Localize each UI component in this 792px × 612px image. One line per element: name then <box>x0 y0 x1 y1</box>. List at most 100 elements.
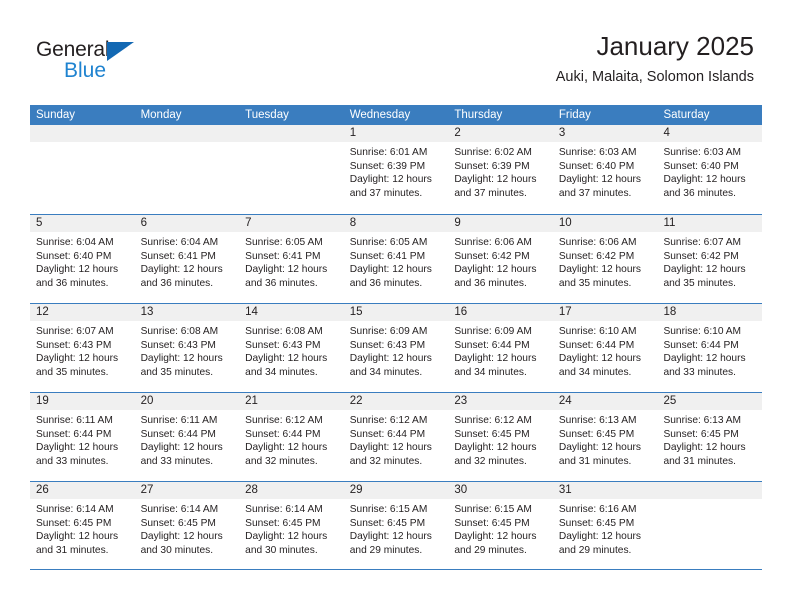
weekday-header-thursday: Thursday <box>454 109 503 121</box>
calendar-day-cell-21[interactable]: 21 Sunrise: 6:12 AM Sunset: 6:44 PM Dayligh… <box>239 393 344 481</box>
calendar-day-cell-11[interactable]: 11 Sunrise: 6:07 AM Sunset: 6:42 PM Dayligh… <box>657 215 763 303</box>
calendar-day-cell-6[interactable]: 6 Sunrise: 6:04 AM Sunset: 6:41 PM Daylight… <box>134 215 240 303</box>
day-detail-text: Sunrise: 6:10 AM Sunset: 6:44 PM Daylight:… <box>553 321 658 379</box>
day-detail-line: Daylight: 12 hours <box>245 442 328 454</box>
page-title: January 2025 <box>596 31 754 61</box>
calendar-day-cell-14[interactable]: 14 Sunrise: 6:08 AM Sunset: 6:43 PM Dayligh… <box>239 304 344 392</box>
calendar-day-cell-24[interactable]: 24 Sunrise: 6:13 AM Sunset: 6:45 PM Dayligh… <box>552 393 658 481</box>
day-detail-line: Sunset: 6:40 PM <box>558 160 635 172</box>
day-number <box>239 125 344 142</box>
calendar-day-cell-16[interactable]: 16 Sunrise: 6:09 AM Sunset: 6:44 PM Dayligh… <box>448 304 553 392</box>
day-number: 7 <box>239 215 344 232</box>
calendar-day-cell-28[interactable]: 28 Sunrise: 6:14 AM Sunset: 6:45 PM Dayligh… <box>239 482 344 569</box>
day-number: 28 <box>239 482 344 499</box>
title-block: January 2025 Auki, Malaita, Solomon Isla… <box>556 30 754 86</box>
calendar-day-cell-7[interactable]: 7 Sunrise: 6:05 AM Sunset: 6:41 PM Daylight… <box>239 215 344 303</box>
calendar-day-cell-30[interactable]: 30 Sunrise: 6:15 AM Sunset: 6:45 PM Dayligh… <box>448 482 553 569</box>
weekday-header-tuesday: Tuesday <box>245 109 289 121</box>
calendar-day-cell-13[interactable]: 13 Sunrise: 6:08 AM Sunset: 6:43 PM Dayligh… <box>134 304 240 392</box>
day-detail-line: Sunset: 6:45 PM <box>558 428 635 440</box>
day-detail-line: Daylight: 12 hours <box>454 264 537 276</box>
day-detail-line: Daylight: 12 hours <box>558 264 642 276</box>
day-detail-line: Sunrise: 6:11 AM <box>36 415 113 426</box>
calendar-day-cell-27[interactable]: 27 Sunrise: 6:14 AM Sunset: 6:45 PM Dayligh… <box>134 482 240 569</box>
calendar-day-cell-19[interactable]: 19 Sunrise: 6:11 AM Sunset: 6:44 PM Dayligh… <box>30 393 135 481</box>
calendar-day-cell-9[interactable]: 9 Sunrise: 6:06 AM Sunset: 6:42 PM Daylight… <box>448 215 553 303</box>
day-detail-line: Sunset: 6:40 PM <box>663 160 739 172</box>
day-number: 4 <box>657 125 763 142</box>
day-number <box>30 125 135 142</box>
calendar-day-cell-5[interactable]: 5 Sunrise: 6:04 AM Sunset: 6:40 PM Daylight… <box>30 215 135 303</box>
day-detail-line: Daylight: 12 hours <box>663 264 746 276</box>
day-number <box>134 125 240 142</box>
day-detail-line: and 35 minutes. <box>663 277 736 289</box>
day-detail-line: Daylight: 12 hours <box>140 442 223 454</box>
calendar-day-cell-20[interactable]: 20 Sunrise: 6:11 AM Sunset: 6:44 PM Dayligh… <box>134 393 240 481</box>
calendar-day-cell-31[interactable]: 31 Sunrise: 6:16 AM Sunset: 6:45 PM Dayligh… <box>552 482 658 569</box>
calendar-day-cell-empty <box>239 125 344 214</box>
day-detail-line: and 30 minutes. <box>245 544 318 556</box>
day-detail-line: Daylight: 12 hours <box>140 264 223 276</box>
day-detail-line: and 37 minutes. <box>558 187 632 199</box>
day-detail-line: Sunset: 6:43 PM <box>245 339 321 351</box>
day-detail-text: Sunrise: 6:10 AM Sunset: 6:44 PM Daylight:… <box>657 321 762 379</box>
calendar-day-cell-29[interactable]: 29 Sunrise: 6:15 AM Sunset: 6:45 PM Dayligh… <box>343 482 449 569</box>
calendar-day-cell-10[interactable]: 10 Sunrise: 6:06 AM Sunset: 6:42 PM Dayligh… <box>552 215 658 303</box>
day-detail-line: and 35 minutes. <box>558 277 632 289</box>
day-detail-line: Daylight: 12 hours <box>140 531 223 543</box>
day-detail-line: Daylight: 12 hours <box>454 174 537 186</box>
calendar-day-cell-3[interactable]: 3 Sunrise: 6:03 AM Sunset: 6:40 PM Daylight… <box>552 125 658 214</box>
calendar-day-cell-8[interactable]: 8 Sunrise: 6:05 AM Sunset: 6:41 PM Daylight… <box>343 215 449 303</box>
day-detail-line: Daylight: 12 hours <box>36 531 119 543</box>
day-detail-line: Daylight: 12 hours <box>36 442 119 454</box>
day-detail-line: Sunrise: 6:08 AM <box>245 326 323 337</box>
day-detail-line: and 29 minutes. <box>454 544 527 556</box>
day-detail-line: Sunrise: 6:11 AM <box>140 415 218 426</box>
day-detail-line: and 34 minutes. <box>245 366 318 378</box>
day-detail-line: Sunrise: 6:07 AM <box>663 237 742 248</box>
calendar-day-cell-2[interactable]: 2 Sunrise: 6:02 AM Sunset: 6:39 PM Daylight… <box>448 125 553 214</box>
day-detail-text: Sunrise: 6:06 AM Sunset: 6:42 PM Daylight:… <box>553 232 658 290</box>
day-detail-line: Sunrise: 6:04 AM <box>36 237 114 248</box>
calendar-day-cell-15[interactable]: 15 Sunrise: 6:09 AM Sunset: 6:43 PM Dayligh… <box>343 304 449 392</box>
day-detail-text: Sunrise: 6:08 AM Sunset: 6:43 PM Daylight:… <box>135 321 240 379</box>
calendar-day-cell-25[interactable]: 25 Sunrise: 6:13 AM Sunset: 6:45 PM Dayligh… <box>657 393 763 481</box>
day-detail-line: Sunset: 6:43 PM <box>140 339 216 351</box>
day-detail-line: and 36 minutes. <box>36 277 109 289</box>
day-number: 6 <box>134 215 240 232</box>
day-detail-line: Daylight: 12 hours <box>349 353 432 365</box>
calendar-grid: Sunday Monday Tuesday Wednesday Thursday Frid… <box>30 105 763 570</box>
day-detail-text: Sunrise: 6:16 AM Sunset: 6:45 PM Daylight:… <box>553 499 658 557</box>
day-number: 30 <box>448 482 553 499</box>
calendar-day-cell-26[interactable]: 26 Sunrise: 6:14 AM Sunset: 6:45 PM Dayligh… <box>30 482 135 569</box>
calendar-day-cell-1[interactable]: 1 Sunrise: 6:01 AM Sunset: 6:39 PM Daylight… <box>343 125 449 214</box>
day-detail-line: and 31 minutes. <box>663 455 736 467</box>
day-detail-line: Sunrise: 6:10 AM <box>663 326 742 337</box>
generalblue-logo[interactable]: General Blue <box>36 38 156 84</box>
calendar-day-cell-empty <box>30 125 135 214</box>
day-detail-text: Sunrise: 6:09 AM Sunset: 6:43 PM Daylight:… <box>344 321 449 379</box>
day-detail-line: and 29 minutes. <box>349 544 423 556</box>
day-detail-text: Sunrise: 6:04 AM Sunset: 6:41 PM Daylight:… <box>135 232 240 290</box>
day-number: 20 <box>134 393 240 410</box>
day-detail-line: Sunset: 6:41 PM <box>349 250 426 262</box>
weekday-header-row: Sunday Monday Tuesday Wednesday Thursday Frid… <box>30 105 762 125</box>
weekday-header-wednesday: Wednesday <box>349 109 411 121</box>
day-detail-line: Sunrise: 6:09 AM <box>454 326 532 337</box>
calendar-day-cell-17[interactable]: 17 Sunrise: 6:10 AM Sunset: 6:44 PM Dayligh… <box>552 304 658 392</box>
calendar-day-cell-18[interactable]: 18 Sunrise: 6:10 AM Sunset: 6:44 PM Dayligh… <box>657 304 763 392</box>
day-detail-line: and 36 minutes. <box>349 277 423 289</box>
day-detail-line: Daylight: 12 hours <box>245 264 328 276</box>
day-detail-line: and 37 minutes. <box>454 187 527 199</box>
calendar-day-cell-23[interactable]: 23 Sunrise: 6:12 AM Sunset: 6:45 PM Dayligh… <box>448 393 553 481</box>
calendar-day-cell-4[interactable]: 4 Sunrise: 6:03 AM Sunset: 6:40 PM Daylight… <box>657 125 763 214</box>
day-number: 19 <box>30 393 135 410</box>
day-detail-line: and 33 minutes. <box>36 455 109 467</box>
day-detail-line: Daylight: 12 hours <box>454 442 537 454</box>
day-detail-text: Sunrise: 6:11 AM Sunset: 6:44 PM Daylight:… <box>30 410 135 468</box>
day-detail-line: Sunset: 6:40 PM <box>36 250 112 262</box>
calendar-day-cell-12[interactable]: 12 Sunrise: 6:07 AM Sunset: 6:43 PM Dayligh… <box>30 304 135 392</box>
day-detail-line: Sunrise: 6:03 AM <box>663 147 742 158</box>
day-detail-line: Daylight: 12 hours <box>663 353 746 365</box>
calendar-day-cell-22[interactable]: 22 Sunrise: 6:12 AM Sunset: 6:44 PM Dayligh… <box>343 393 449 481</box>
